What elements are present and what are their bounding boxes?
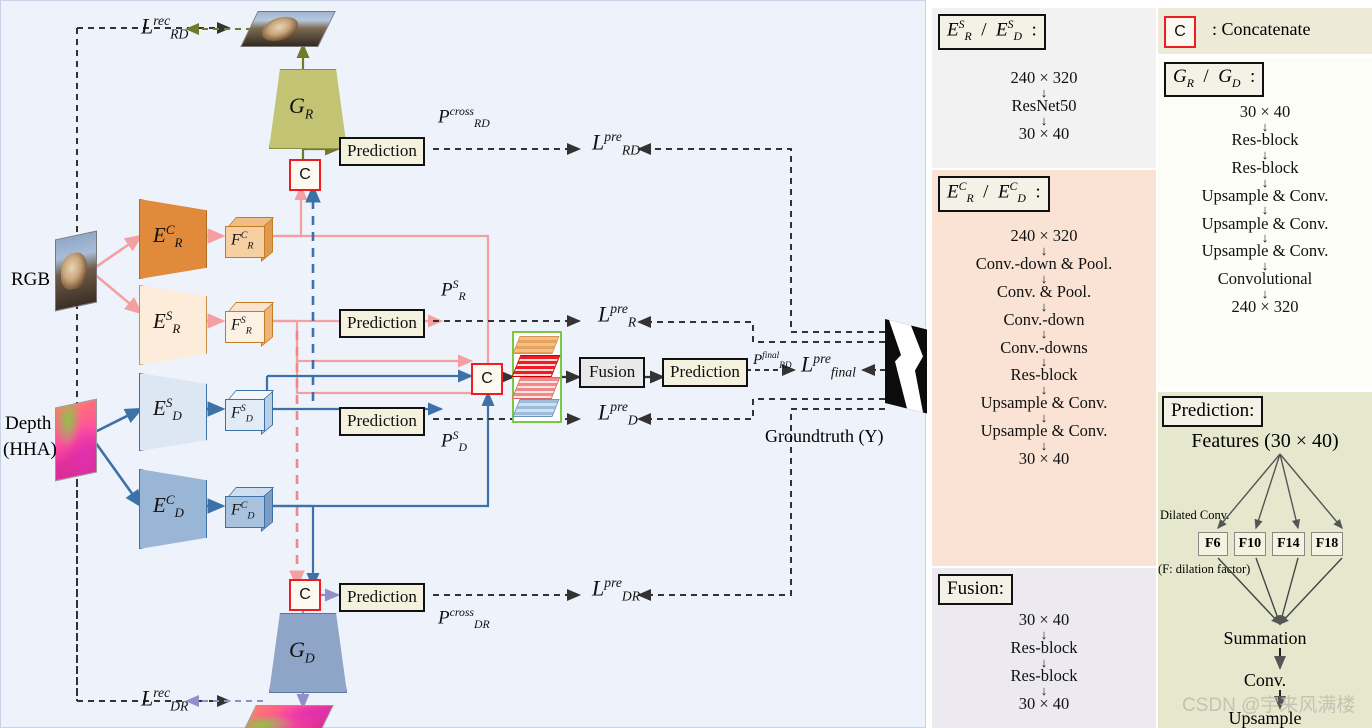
legend-flow-fusion: 30 × 40 ↓ Res-block ↓ Res-block ↓ 30 × 4…	[932, 611, 1156, 713]
legend-flow-encoder-style: 240 × 320 ↓ ResNet50 ↓ 30 × 40	[932, 69, 1156, 143]
loss-l-dr-pre: LpreDR	[592, 575, 641, 604]
loss-l-rd-pre: LpreRD	[592, 129, 641, 158]
legend-branch-f14: F14	[1272, 532, 1305, 556]
loss-l-rd-rec: LrecRD	[141, 13, 189, 42]
label-p-r-s: PSR	[441, 278, 466, 304]
rgb-input-label: RGB	[11, 269, 51, 290]
depth-input-label-line2: (HHA)	[3, 439, 57, 460]
legend-branch-f18: F18	[1310, 532, 1344, 556]
prediction-box-r[interactable]: Prediction	[339, 309, 425, 338]
legend-concat-icon: C	[1164, 16, 1196, 48]
label-p-rd-cross: PcrossRD	[438, 105, 490, 131]
legend-panel-encoder-content: ECR / ECD : 240 × 320 ↓ Conv.-down & Poo…	[932, 170, 1156, 566]
feature-slab-depth-content	[512, 399, 560, 417]
generator-gr-label: GR	[289, 93, 314, 122]
legend-concat-text: : Concatenate	[1212, 19, 1311, 39]
legend-title-fusion: Fusion:	[938, 574, 1014, 605]
legend-dilated-conv-label: Dilated Conv.	[1160, 508, 1230, 522]
prediction-box-dr-cross[interactable]: Prediction	[339, 583, 425, 612]
main-architecture-panel: RGB Depth (HHA) ECR ESR ESD ECD FCR FSR …	[0, 0, 927, 728]
encoder-edc-label: ECD	[153, 492, 184, 521]
depth-input-image	[55, 398, 97, 482]
label-p-dr-cross: PcrossDR	[438, 606, 490, 632]
legend-panel-fusion: Fusion: 30 × 40 ↓ Res-block ↓ Res-block …	[932, 568, 1156, 728]
encoder-eds-label: ESD	[153, 395, 182, 424]
legend-step: 240 × 320	[1231, 297, 1299, 317]
legend-panel-encoder-style: ESR / ESD : 240 × 320 ↓ ResNet50 ↓ 30 × …	[932, 8, 1156, 168]
loss-l-final-pre: Lprefinal	[801, 351, 856, 380]
legend-step: 30 × 40	[1018, 123, 1070, 143]
legend-branch-f6: F6	[1198, 532, 1228, 556]
legend-dilation-note: (F: dilation factor)	[1158, 562, 1251, 576]
groundtruth-label: Groundtruth (Y)	[765, 426, 884, 446]
generator-gd-label: GD	[289, 637, 315, 666]
prediction-box-final[interactable]: Prediction	[662, 358, 748, 387]
legend-title-encoder-style: ESR / ESD :	[938, 14, 1046, 50]
csdn-watermark: CSDN @宇来风满楼	[1182, 695, 1356, 716]
concat-box-bottom[interactable]: C	[289, 579, 321, 611]
legend-panel-generator: GR / GD : 30 × 40 ↓ Res-block ↓ Res-bloc…	[1158, 58, 1372, 388]
legend-prediction-features-label: Features (30 × 40)	[1191, 430, 1339, 452]
encoder-erc-label: ECR	[153, 222, 183, 251]
label-p-d-s: PSD	[441, 429, 467, 455]
depth-input-label-line1: Depth	[5, 413, 52, 434]
legend-column-left: ESR / ESD : 240 × 320 ↓ ResNet50 ↓ 30 × …	[932, 0, 1156, 728]
loss-l-r-pre: LpreR	[598, 301, 637, 330]
legend-title-encoder-content: ECR / ECD :	[938, 176, 1050, 212]
loss-l-d-pre: LpreD	[598, 399, 638, 428]
concat-box-fusion[interactable]: C	[471, 363, 503, 395]
legend-prediction-step-summation: Summation	[1223, 628, 1307, 648]
legend-title-generator: GR / GD :	[1164, 62, 1265, 97]
encoder-ers-label: ESR	[153, 308, 181, 337]
legend-branch-f10: F10	[1233, 532, 1267, 556]
loss-l-dr-rec: LrecDR	[141, 685, 189, 714]
legend-panel-prediction: Prediction: Features (30 × 40) Dilated C…	[1158, 392, 1372, 728]
prediction-box-d[interactable]: Prediction	[339, 407, 425, 436]
legend-step: 30 × 40	[1018, 693, 1070, 713]
legend-flow-generator: 30 × 40 ↓ Res-block ↓ Res-block ↓ Upsamp…	[1158, 103, 1372, 317]
legend-flow-encoder-content: 240 × 320 ↓ Conv.-down & Pool. ↓ Conv. &…	[932, 227, 1156, 468]
feature-slab-rgb-content	[512, 336, 560, 354]
concat-box-top[interactable]: C	[289, 159, 321, 191]
prediction-box-rd-cross[interactable]: Prediction	[339, 137, 425, 166]
label-p-rd-final: PfinalRD	[753, 351, 792, 371]
reconstructed-depth-image	[242, 705, 334, 728]
legend-panel-concatenate: C : Concatenate	[1158, 8, 1372, 54]
legend-step: 30 × 40	[1018, 449, 1070, 468]
legend-column-right: C : Concatenate GR / GD : 30 × 40 ↓ Res-…	[1158, 0, 1372, 728]
legend-title-prediction: Prediction:	[1162, 396, 1264, 427]
fusion-box[interactable]: Fusion	[579, 357, 646, 388]
legend-prediction-step-conv: Conv.	[1243, 670, 1287, 690]
